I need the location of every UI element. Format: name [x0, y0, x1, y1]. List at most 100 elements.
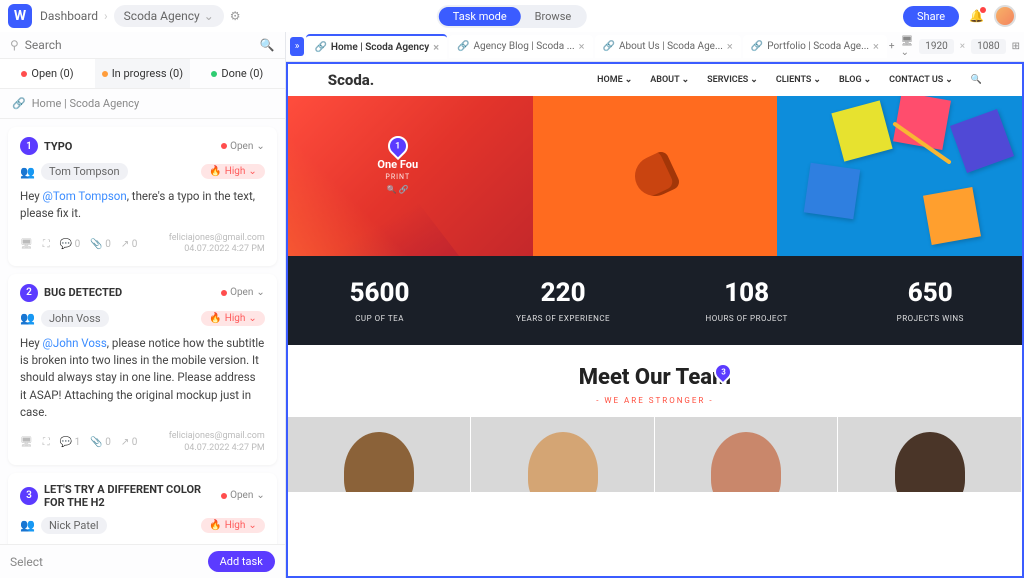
site-nav: Scoda. HOME ⌄ ABOUT ⌄ SERVICES ⌄ CLIENTS…	[288, 64, 1022, 96]
people-icon: 👥	[20, 518, 35, 532]
search-icon[interactable]: 🔍	[260, 38, 275, 52]
tab-in-progress[interactable]: In progress (0)	[95, 59, 190, 88]
user-avatar[interactable]	[994, 5, 1016, 27]
team-member	[838, 417, 1022, 492]
team-member	[471, 417, 655, 492]
menu-item[interactable]: HOME ⌄	[597, 75, 632, 85]
task-status[interactable]: Open⌄	[221, 141, 265, 152]
share-icon[interactable]: ↗ 0	[121, 239, 137, 250]
collapse-sidebar-button[interactable]: »	[290, 37, 305, 56]
close-icon[interactable]: ×	[579, 40, 585, 53]
gear-icon[interactable]: ⚙	[230, 9, 241, 23]
attachment-icon[interactable]: 📎 0	[90, 437, 111, 448]
task-mode-button[interactable]: Task mode	[439, 7, 521, 26]
close-icon[interactable]: ×	[433, 41, 439, 54]
sidebar: ⚲ 🔍 Open (0) In progress (0) Done (0) 🔗 …	[0, 32, 286, 578]
topbar: W Dashboard › Scoda Agency ⌄ ⚙ Task mode…	[0, 0, 1024, 32]
team-member	[288, 417, 472, 492]
pin-label: One Fou PRINT 🔍 🔗	[363, 158, 433, 194]
task-card[interactable]: 2 BUG DETECTED Open⌄ 👥 John Voss 🔥High⌄ …	[8, 274, 277, 465]
team-title: Meet Our Team	[288, 365, 1022, 390]
preview-tab[interactable]: 🔗Home | Scoda Agency×	[306, 34, 447, 59]
megaphone-icon	[628, 149, 681, 202]
task-body: Hey @John Voss, please notice how the su…	[20, 335, 265, 421]
menu-item[interactable]: CONTACT US ⌄	[889, 75, 953, 85]
preview-tab[interactable]: 🔗About Us | Scoda Age...×	[595, 35, 741, 58]
menu-item[interactable]: BLOG ⌄	[839, 75, 871, 85]
task-status[interactable]: Open⌄	[221, 490, 265, 501]
assignee-chip[interactable]: Nick Patel	[41, 517, 107, 534]
assignee-chip[interactable]: John Voss	[41, 310, 109, 327]
assignee-chip[interactable]: Tom Tompson	[41, 163, 128, 180]
link-icon: 🔗	[12, 97, 26, 110]
search-input[interactable]	[25, 38, 254, 52]
mention[interactable]: @John Voss	[43, 336, 107, 350]
mention[interactable]: @Tom Tompson	[43, 189, 127, 203]
select-button[interactable]: Select	[10, 555, 43, 569]
preview-tabs: » 🔗Home | Scoda Agency× 🔗Agency Blog | S…	[286, 32, 1024, 62]
task-card[interactable]: 3 LET'S TRY A DIFFERENT COLOR FOR THE H2…	[8, 473, 277, 545]
task-body: Hey @Tom Tompson, there's a typo in the …	[20, 188, 265, 223]
width-input[interactable]: 1920	[919, 39, 953, 54]
breadcrumb-dashboard[interactable]: Dashboard	[40, 9, 98, 23]
menu-item[interactable]: SERVICES ⌄	[707, 75, 758, 85]
hero-panel-mid	[533, 96, 778, 256]
task-status[interactable]: Open⌄	[221, 287, 265, 298]
close-icon[interactable]: ×	[873, 40, 879, 53]
stat: 5600CUP OF TEA	[288, 278, 472, 323]
share-icon[interactable]: ↗ 0	[121, 437, 137, 448]
menu-item[interactable]: CLIENTS ⌄	[776, 75, 821, 85]
screen-icon[interactable]: 🖥	[20, 239, 33, 250]
priority-chip[interactable]: 🔥High⌄	[201, 518, 265, 533]
page-reference[interactable]: 🔗 Home | Scoda Agency	[0, 89, 285, 119]
preview-tab[interactable]: 🔗Portfolio | Scoda Age...×	[743, 35, 887, 58]
comment-icon[interactable]: 💬 1	[60, 437, 81, 448]
app-logo[interactable]: W	[8, 4, 32, 28]
team-section: Meet Our Team - WE ARE STRONGER - 3	[288, 345, 1022, 417]
screen-icon[interactable]: 🖥	[20, 437, 33, 448]
comment-icon[interactable]: 💬 0	[60, 239, 81, 250]
device-icon[interactable]: 🖥 ⌄	[901, 36, 914, 58]
preview-tab[interactable]: 🔗Agency Blog | Scoda ...×	[449, 35, 592, 58]
mode-toggle: Task mode Browse	[437, 5, 587, 28]
tab-done[interactable]: Done (0)	[190, 59, 285, 88]
team-subtitle: - WE ARE STRONGER -	[288, 396, 1022, 405]
layout-icon[interactable]: ⊞	[1012, 41, 1020, 52]
share-button[interactable]: Share	[903, 6, 959, 27]
sidebar-bottombar: Select Add task	[0, 544, 285, 578]
browse-button[interactable]: Browse	[521, 7, 586, 26]
project-select[interactable]: Scoda Agency ⌄	[114, 5, 224, 27]
team-member	[655, 417, 839, 492]
task-card[interactable]: 1 TYPO Open⌄ 👥 Tom Tompson 🔥High⌄ Hey @T…	[8, 127, 277, 266]
hero: 1 One Fou PRINT 🔍 🔗	[288, 96, 1022, 256]
bell-icon[interactable]: 🔔	[969, 9, 984, 23]
chevron-right-icon: ›	[104, 9, 108, 23]
site-menu: HOME ⌄ ABOUT ⌄ SERVICES ⌄ CLIENTS ⌄ BLOG…	[597, 75, 982, 85]
hero-panel-right	[777, 96, 1022, 256]
people-icon: 👥	[20, 165, 35, 179]
people-icon: 👥	[20, 311, 35, 325]
add-tab-button[interactable]: +	[889, 41, 895, 52]
task-number: 1	[20, 137, 38, 155]
priority-chip[interactable]: 🔥High⌄	[201, 311, 265, 326]
tab-open[interactable]: Open (0)	[0, 59, 95, 88]
breadcrumb: Dashboard › Scoda Agency ⌄ ⚙	[40, 5, 241, 27]
annotation-pin-1[interactable]: 1	[384, 132, 412, 160]
attachment-icon[interactable]: 📎 0	[90, 239, 111, 250]
search-icon[interactable]: 🔍	[971, 75, 982, 85]
website-preview[interactable]: Scoda. HOME ⌄ ABOUT ⌄ SERVICES ⌄ CLIENTS…	[286, 62, 1024, 578]
crop-icon[interactable]: ⛶	[43, 239, 50, 250]
task-number: 3	[20, 487, 38, 505]
stat: 108HOURS OF PROJECT	[655, 278, 839, 323]
task-meta: feliciajones@gmail.com04.07.2022 4:27 PM	[169, 431, 265, 454]
crop-icon[interactable]: ⛶	[43, 437, 50, 448]
site-logo: Scoda.	[328, 71, 374, 89]
close-icon[interactable]: ×	[727, 40, 733, 53]
priority-chip[interactable]: 🔥High⌄	[201, 164, 265, 179]
height-input[interactable]: 1080	[971, 39, 1005, 54]
add-task-button[interactable]: Add task	[208, 551, 275, 572]
filter-icon[interactable]: ⚲	[10, 38, 19, 52]
menu-item[interactable]: ABOUT ⌄	[650, 75, 689, 85]
hero-panel-left: 1 One Fou PRINT 🔍 🔗	[288, 96, 533, 256]
task-title: BUG DETECTED	[44, 286, 215, 299]
